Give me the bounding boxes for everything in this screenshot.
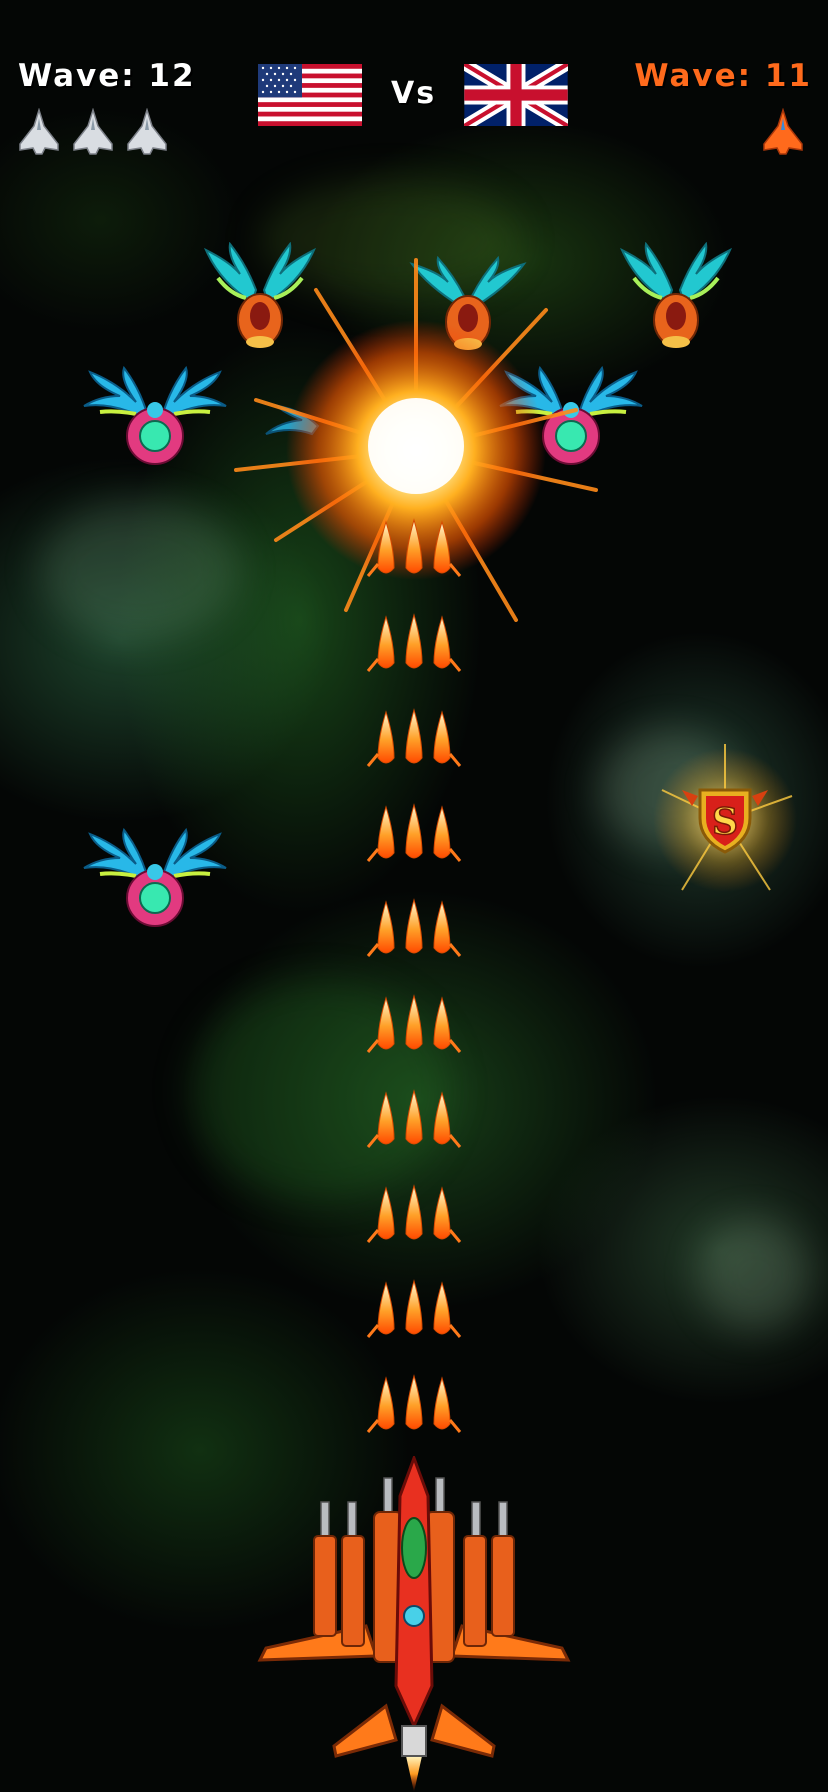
opponent-life-ship-icon (763, 108, 803, 155)
triple-shot-projectile (366, 994, 462, 1053)
pink-winged-alien-enemy (83, 828, 227, 927)
triple-shot-projectile (366, 1184, 462, 1243)
orange-winged-alien-enemy (619, 242, 733, 348)
triple-shot-projectile (366, 1374, 462, 1433)
player-life-ship-icon (73, 108, 113, 155)
pink-winged-alien-enemy (83, 366, 227, 465)
triple-shot-projectile (366, 518, 462, 577)
usa-flag-icon (258, 64, 362, 126)
uk-flag-icon (464, 64, 568, 126)
player-life-ship-icon (127, 108, 167, 155)
triple-shot-projectile (366, 1089, 462, 1148)
opponent-wave-label: Wave: 11 (634, 58, 812, 94)
triple-shot-projectile (366, 898, 462, 957)
powerup-letter: S (712, 801, 738, 843)
player-spaceship[interactable] (256, 1456, 572, 1792)
triple-shot-projectile (366, 613, 462, 672)
triple-shot-projectile (366, 1279, 462, 1338)
triple-shot-projectile (366, 708, 462, 767)
player-life-ship-icon (19, 108, 59, 155)
player-wave-label: Wave: 12 (18, 58, 196, 94)
triple-shot-projectile (366, 803, 462, 862)
versus-label: Vs (391, 76, 437, 111)
shield-powerup-icon[interactable]: S (652, 740, 798, 900)
